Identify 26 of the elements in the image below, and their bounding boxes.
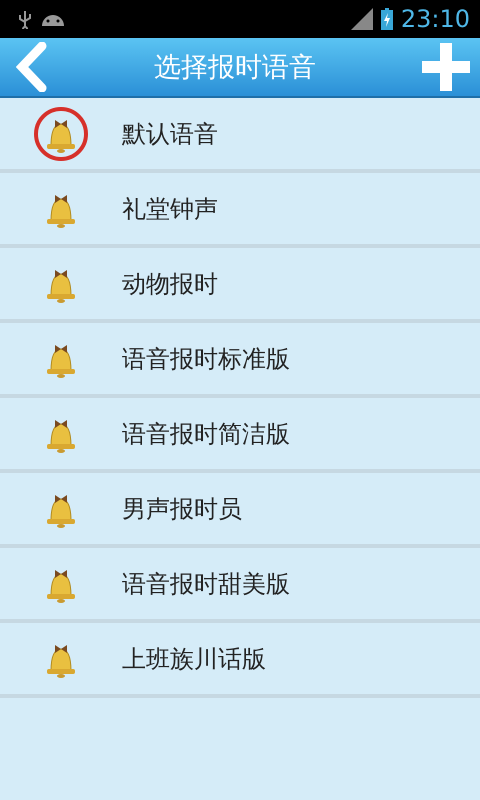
voice-label: 动物报时	[122, 268, 218, 300]
add-button[interactable]	[422, 43, 470, 91]
voice-item[interactable]: 语音报时简洁版	[0, 398, 480, 473]
plus-icon	[422, 43, 470, 91]
page-title: 选择报时语音	[154, 51, 316, 85]
voice-label: 语音报时简洁版	[122, 418, 290, 450]
voice-label: 礼堂钟声	[122, 194, 218, 224]
voice-item[interactable]: 语音报时甜美版	[0, 548, 480, 623]
clock-time: 23:10	[400, 5, 470, 33]
back-button[interactable]	[16, 42, 48, 92]
voice-label: 语音报时甜美版	[122, 568, 290, 600]
voice-item[interactable]: 上班族川话版	[0, 623, 480, 698]
usb-icon	[18, 9, 32, 29]
voice-label: 上班族川话版	[122, 644, 266, 674]
voice-item[interactable]: 礼堂钟声	[0, 173, 480, 248]
voice-item[interactable]: 动物报时	[0, 248, 480, 323]
voice-label: 男声报时员	[122, 494, 242, 524]
signal-icon	[350, 8, 373, 30]
chevron-left-icon	[16, 42, 48, 92]
voice-label: 默认语音	[122, 118, 218, 150]
voice-label: 语音报时标准版	[122, 344, 290, 374]
voice-item[interactable]: 默认语音	[0, 98, 480, 173]
battery-icon	[380, 8, 393, 30]
voice-item[interactable]: 语音报时标准版	[0, 323, 480, 398]
bell-icon	[33, 106, 89, 162]
voice-item[interactable]: 男声报时员	[0, 473, 480, 548]
